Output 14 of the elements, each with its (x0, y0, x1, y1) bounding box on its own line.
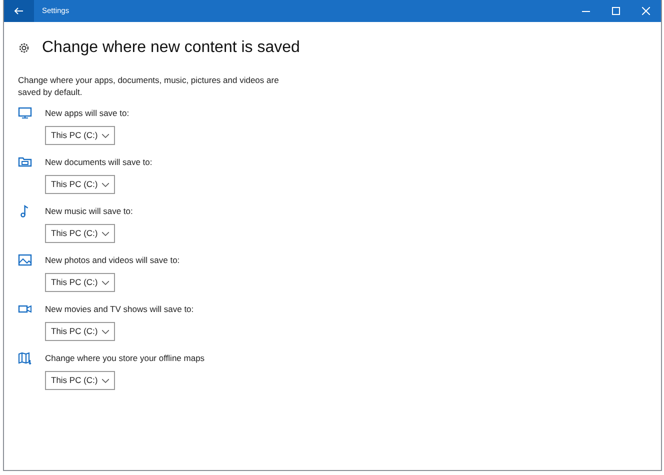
page-title: Change where new content is saved (42, 38, 300, 58)
drive-dropdown[interactable]: This PC (C:) (45, 322, 115, 341)
drive-dropdown[interactable]: This PC (C:) (45, 126, 115, 145)
drive-dropdown[interactable]: This PC (C:) (45, 371, 115, 390)
drive-dropdown[interactable]: This PC (C:) (45, 273, 115, 292)
drive-dropdown[interactable]: This PC (C:) (45, 224, 115, 243)
setting-label: New music will save to: (45, 204, 133, 218)
setting-label: Change where you store your offline maps (45, 352, 205, 364)
setting-label: New photos and videos will save to: (45, 254, 180, 266)
setting-label: New documents will save to: (45, 156, 152, 168)
drive-dropdown[interactable]: This PC (C:) (45, 175, 115, 194)
description-text: Change where your apps, documents, music, pictures and videos are saved by default. (18, 74, 280, 98)
setting-label: New movies and TV shows will save to: (45, 302, 194, 316)
setting-label: New apps will save to: (45, 106, 130, 120)
